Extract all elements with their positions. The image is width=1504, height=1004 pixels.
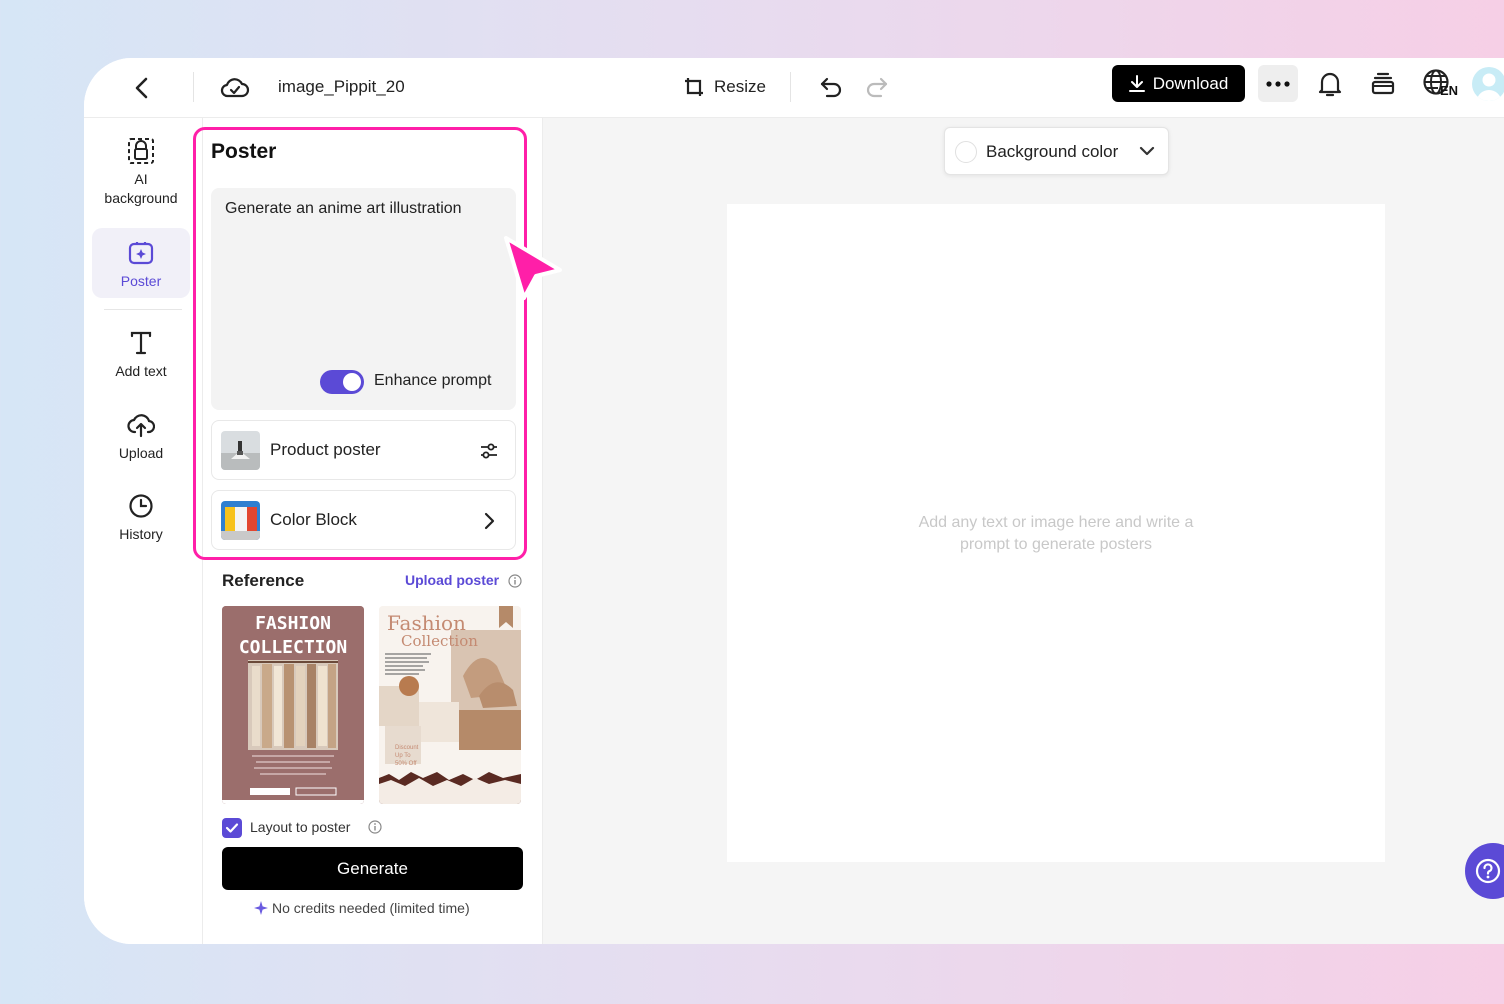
resize-button[interactable]: Resize: [682, 70, 766, 104]
resize-label: Resize: [714, 77, 766, 96]
top-bar: image_Pippit_20 Resize Download EN: [84, 58, 1504, 118]
divider: [193, 72, 194, 102]
sidebar-item-label: AI background: [104, 171, 178, 206]
color-block-thumbnail: [221, 501, 260, 540]
redo-icon: [866, 77, 888, 98]
ai-background-icon: [126, 136, 156, 166]
poster-title-line: FASHION: [255, 613, 331, 634]
more-dots-icon: [1266, 80, 1290, 87]
color-swatch: [955, 141, 977, 163]
divider: [790, 72, 791, 102]
panel-title: Poster: [211, 140, 277, 163]
enhance-prompt-toggle[interactable]: [320, 370, 364, 394]
adjust-settings-icon[interactable]: [477, 439, 501, 463]
product-poster-label: Product poster: [270, 440, 381, 459]
pointer-cursor-icon: [500, 234, 566, 304]
divider: [104, 309, 182, 310]
sidebar-item-label: Poster: [120, 273, 162, 289]
chevron-down-icon: [1139, 146, 1155, 156]
product-poster-thumbnail: [221, 431, 260, 470]
enhance-prompt-label: Enhance prompt: [374, 372, 492, 389]
chevron-left-icon: [135, 77, 148, 99]
download-button[interactable]: Download: [1112, 65, 1245, 102]
credits-note: No credits needed (limited time): [254, 900, 470, 916]
poster-title-line: Fashion: [387, 611, 466, 635]
layout-to-poster-label: Layout to poster: [250, 819, 351, 835]
sidebar-item-upload[interactable]: Upload: [92, 410, 190, 474]
sidebar-item-label: History: [119, 526, 163, 542]
credits-text: No credits needed (limited time): [272, 900, 470, 916]
notifications-button[interactable]: [1314, 68, 1346, 100]
background-color-dropdown[interactable]: Background color: [944, 127, 1169, 175]
checkmark-icon: [225, 823, 239, 833]
sidebar-item-ai-background[interactable]: AI background: [92, 136, 190, 210]
color-block-label: Color Block: [270, 510, 357, 529]
undo-button[interactable]: [814, 70, 848, 104]
download-label: Download: [1152, 73, 1229, 93]
poster-title-line: Collection: [401, 632, 478, 650]
user-avatar-icon: [1477, 73, 1501, 101]
back-button[interactable]: [128, 74, 156, 102]
sidebar-item-add-text[interactable]: Add text: [92, 328, 190, 392]
info-icon[interactable]: [368, 820, 382, 839]
poster-title-line: COLLECTION: [238, 637, 348, 658]
canvas-hint-line: prompt to generate posters: [959, 536, 1153, 553]
canvas-hint: Add any text or image here and write a p…: [727, 512, 1385, 556]
upload-poster-link[interactable]: Upload poster: [405, 572, 499, 588]
bell-icon: [1318, 72, 1342, 97]
canvas-page[interactable]: Add any text or image here and write a p…: [727, 204, 1385, 862]
clock-icon: [126, 491, 156, 521]
sidebar-item-history[interactable]: History: [92, 491, 190, 555]
help-question-icon: [1475, 858, 1501, 884]
poster-title: Fashion Collection: [387, 611, 478, 650]
redo-button[interactable]: [860, 70, 894, 104]
sidebar-item-label: Add text: [115, 363, 167, 379]
layers-button[interactable]: [1367, 68, 1399, 100]
poster-title: FASHION COLLECTION: [222, 612, 364, 660]
avatar[interactable]: [1472, 67, 1504, 101]
canvas-hint-line: Add any text or image here and write a: [918, 514, 1194, 531]
product-poster-option[interactable]: Product poster: [211, 420, 516, 480]
file-name[interactable]: image_Pippit_20: [278, 74, 405, 100]
toggle-knob: [343, 373, 361, 391]
more-options-button[interactable]: [1258, 65, 1298, 102]
background-color-label: Background color: [986, 142, 1119, 161]
poster-icon: [126, 238, 156, 268]
stack-icon: [1371, 72, 1395, 95]
layout-to-poster-checkbox[interactable]: [222, 818, 242, 838]
sidebar-item-label: Upload: [118, 445, 164, 461]
cloud-sync-icon[interactable]: [218, 70, 252, 104]
reference-title: Reference: [222, 571, 305, 590]
sparkle-icon: [254, 901, 268, 915]
text-icon: [126, 328, 156, 358]
color-block-option[interactable]: Color Block: [211, 490, 516, 550]
discount-text: Discount Up To 50% Off: [395, 745, 419, 767]
chevron-right-icon[interactable]: [477, 509, 501, 533]
upload-cloud-icon: [126, 410, 156, 440]
prompt-text[interactable]: Generate an anime art illustration: [225, 200, 462, 218]
prompt-input[interactable]: Generate an anime art illustration Enhan…: [211, 188, 516, 410]
generate-button[interactable]: Generate: [222, 847, 523, 890]
reference-card-fashion-collection-2[interactable]: Fashion Collection Discount Up To 50% Of…: [379, 606, 521, 804]
download-icon: [1128, 74, 1145, 92]
info-icon[interactable]: [508, 574, 522, 593]
language-code: EN: [1440, 83, 1459, 98]
reference-card-fashion-collection-1[interactable]: FASHION COLLECTION: [222, 606, 364, 804]
tool-sidebar: AI background Poster Add text Upload His…: [84, 118, 202, 944]
canvas-area: Background color Add any text or image h…: [543, 118, 1504, 944]
app-window: image_Pippit_20 Resize Download EN AI ba…: [84, 58, 1504, 944]
undo-icon: [820, 77, 842, 98]
resize-icon: [685, 78, 703, 96]
sidebar-item-poster[interactable]: Poster: [92, 228, 190, 298]
